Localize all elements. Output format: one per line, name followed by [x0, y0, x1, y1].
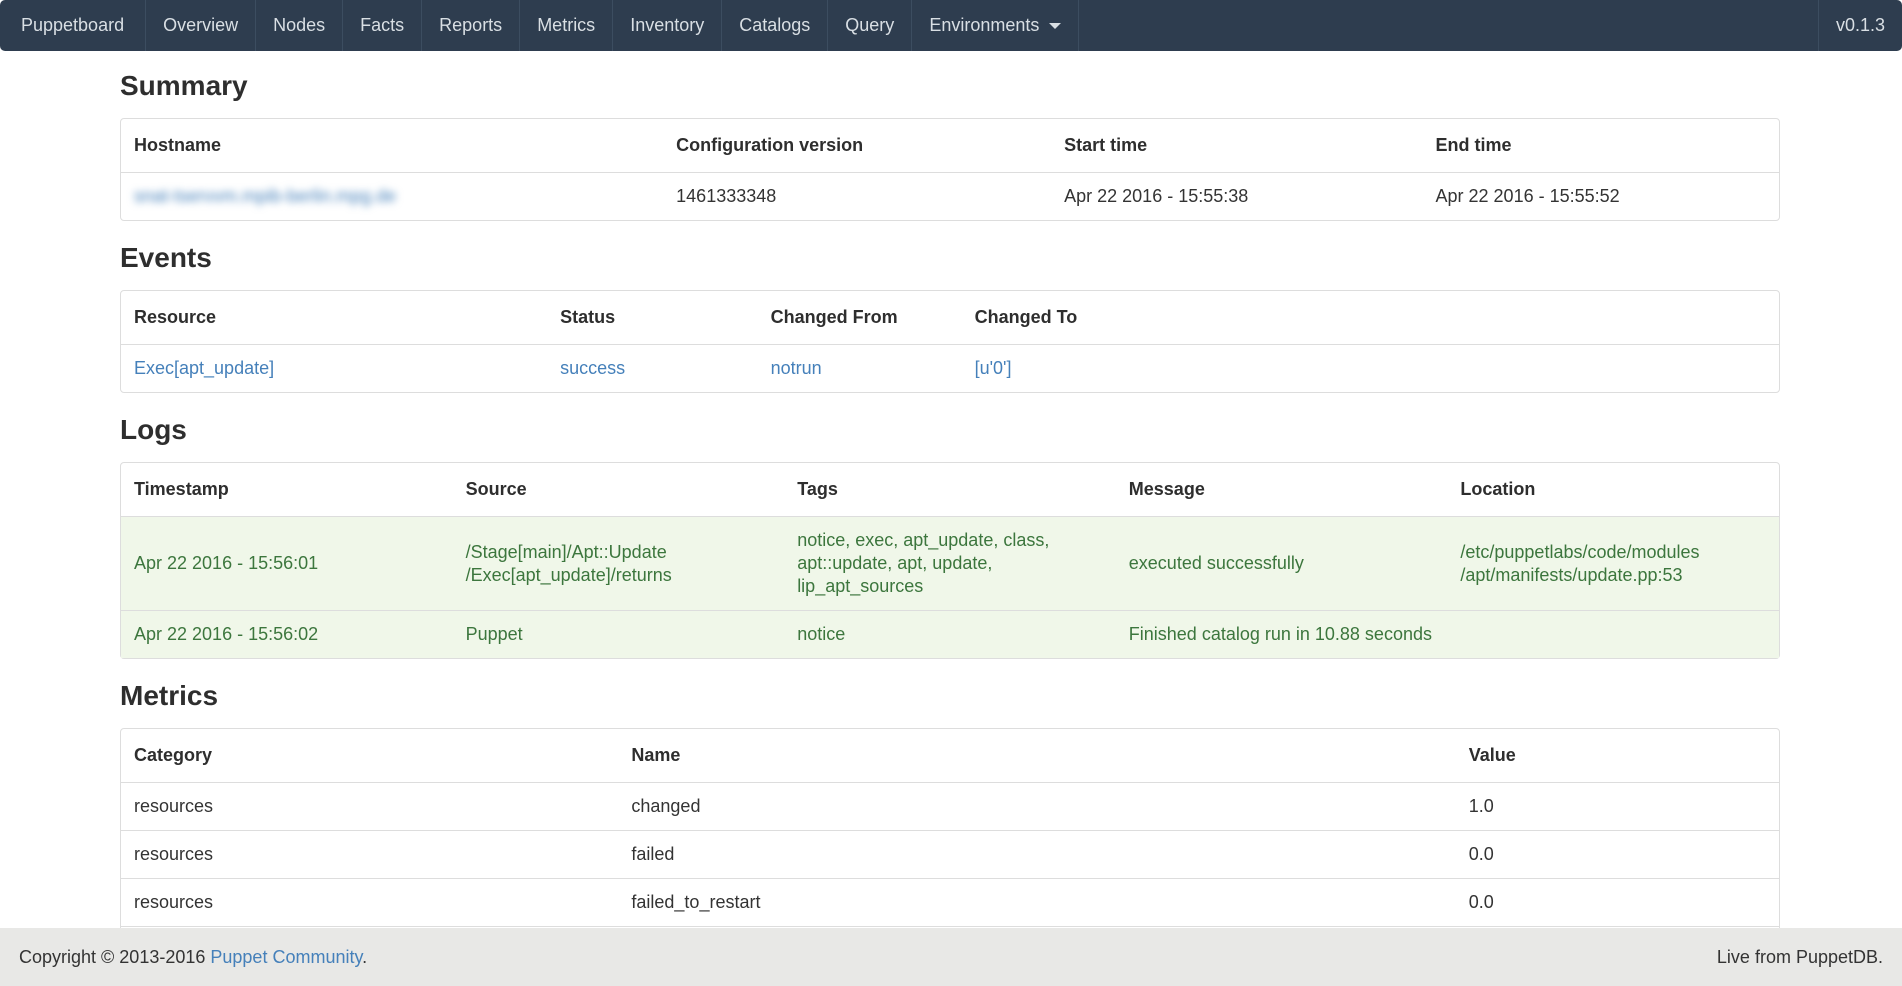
metrics-col-value: Value: [1456, 729, 1779, 782]
summary-col-end-time: End time: [1423, 119, 1779, 172]
log-message: Finished catalog run in 10.88 seconds: [1116, 610, 1448, 658]
metrics-col-category: Category: [121, 729, 618, 782]
copyright-text: Copyright © 2013-2016: [19, 947, 210, 967]
nav-item-inventory[interactable]: Inventory: [613, 0, 722, 51]
log-timestamp: Apr 22 2016 - 15:56:02: [121, 610, 453, 658]
metric-category: resources: [121, 878, 618, 926]
metric-value: 0.0: [1456, 878, 1779, 926]
logs-header-row: Timestamp Source Tags Message Location: [121, 463, 1779, 516]
summary-table: Hostname Configuration version Start tim…: [120, 118, 1780, 221]
nav-item-reports[interactable]: Reports: [422, 0, 520, 51]
events-col-changed-from: Changed From: [758, 291, 962, 344]
logs-col-source: Source: [453, 463, 785, 516]
metrics-header-row: Category Name Value: [121, 729, 1779, 782]
summary-header-row: Hostname Configuration version Start tim…: [121, 119, 1779, 172]
metric-name: failed: [618, 830, 1455, 878]
logs-col-timestamp: Timestamp: [121, 463, 453, 516]
puppet-community-link[interactable]: Puppet Community: [210, 947, 362, 967]
log-location: [1447, 610, 1779, 658]
logs-table: Timestamp Source Tags Message Location A…: [120, 462, 1780, 659]
logs-col-tags: Tags: [784, 463, 1116, 516]
copyright-period: .: [362, 947, 367, 967]
log-row: Apr 22 2016 - 15:56:01 /Stage[main]/Apt:…: [121, 516, 1779, 610]
page-footer: Copyright © 2013-2016 Puppet Community. …: [0, 928, 1902, 986]
log-location: /etc/puppetlabs/code/modules /apt/manife…: [1447, 516, 1779, 610]
hostname-link[interactable]: snat-tservvm.mpib-berlin.mpg.de: [134, 186, 396, 206]
environments-label: Environments: [929, 15, 1039, 36]
log-tags: notice, exec, apt_update, class, apt::up…: [784, 516, 1116, 610]
log-source: Puppet: [453, 610, 785, 658]
metric-category: resources: [121, 830, 618, 878]
summary-col-hostname: Hostname: [121, 119, 663, 172]
footer-copyright: Copyright © 2013-2016 Puppet Community.: [19, 947, 367, 968]
navbar: Puppetboard Overview Nodes Facts Reports…: [0, 0, 1902, 51]
event-status-link[interactable]: success: [560, 358, 625, 378]
nav-item-overview[interactable]: Overview: [146, 0, 256, 51]
events-header-row: Resource Status Changed From Changed To: [121, 291, 1779, 344]
start-time-value: Apr 22 2016 - 15:55:38: [1051, 172, 1422, 220]
nav-item-facts[interactable]: Facts: [343, 0, 422, 51]
events-col-status: Status: [547, 291, 758, 344]
navbar-spacer: [1079, 0, 1818, 51]
main-content: Summary Hostname Configuration version S…: [120, 69, 1780, 952]
nav-item-metrics[interactable]: Metrics: [520, 0, 613, 51]
summary-col-config-version: Configuration version: [663, 119, 1051, 172]
log-row: Apr 22 2016 - 15:56:02 Puppet notice Fin…: [121, 610, 1779, 658]
navbar-brand[interactable]: Puppetboard: [0, 0, 146, 51]
metric-row: resources changed 1.0: [121, 782, 1779, 830]
events-col-resource: Resource: [121, 291, 547, 344]
summary-heading: Summary: [120, 69, 1780, 102]
navbar-version: v0.1.3: [1818, 0, 1902, 51]
log-message: executed successfully: [1116, 516, 1448, 610]
event-changed-from-link[interactable]: notrun: [771, 358, 822, 378]
events-col-changed-to: Changed To: [962, 291, 1779, 344]
log-timestamp: Apr 22 2016 - 15:56:01: [121, 516, 453, 610]
metrics-heading: Metrics: [120, 679, 1780, 712]
config-version-value: 1461333348: [663, 172, 1051, 220]
log-tags: notice: [784, 610, 1116, 658]
metric-row: resources failed 0.0: [121, 830, 1779, 878]
metric-name: failed_to_restart: [618, 878, 1455, 926]
event-changed-to-link[interactable]: [u'0']: [975, 358, 1012, 378]
metric-category: resources: [121, 782, 618, 830]
event-row: Exec[apt_update] success notrun [u'0']: [121, 344, 1779, 392]
metric-value: 1.0: [1456, 782, 1779, 830]
chevron-down-icon: [1049, 23, 1061, 29]
logs-heading: Logs: [120, 413, 1780, 446]
log-source: /Stage[main]/Apt::Update /Exec[apt_updat…: [453, 516, 785, 610]
event-resource-link[interactable]: Exec[apt_update]: [134, 358, 274, 378]
events-table: Resource Status Changed From Changed To …: [120, 290, 1780, 393]
end-time-value: Apr 22 2016 - 15:55:52: [1423, 172, 1779, 220]
logs-col-location: Location: [1447, 463, 1779, 516]
nav-item-nodes[interactable]: Nodes: [256, 0, 343, 51]
logs-col-message: Message: [1116, 463, 1448, 516]
summary-col-start-time: Start time: [1051, 119, 1422, 172]
metric-name: changed: [618, 782, 1455, 830]
nav-dropdown-environments[interactable]: Environments: [912, 0, 1079, 51]
nav-item-query[interactable]: Query: [828, 0, 912, 51]
metrics-table: Category Name Value resources changed 1.…: [120, 728, 1780, 952]
metrics-col-name: Name: [618, 729, 1455, 782]
metric-row: resources failed_to_restart 0.0: [121, 878, 1779, 926]
events-heading: Events: [120, 241, 1780, 274]
nav-item-catalogs[interactable]: Catalogs: [722, 0, 828, 51]
metric-value: 0.0: [1456, 830, 1779, 878]
summary-row: snat-tservvm.mpib-berlin.mpg.de 14613333…: [121, 172, 1779, 220]
footer-source: Live from PuppetDB.: [1717, 947, 1883, 968]
